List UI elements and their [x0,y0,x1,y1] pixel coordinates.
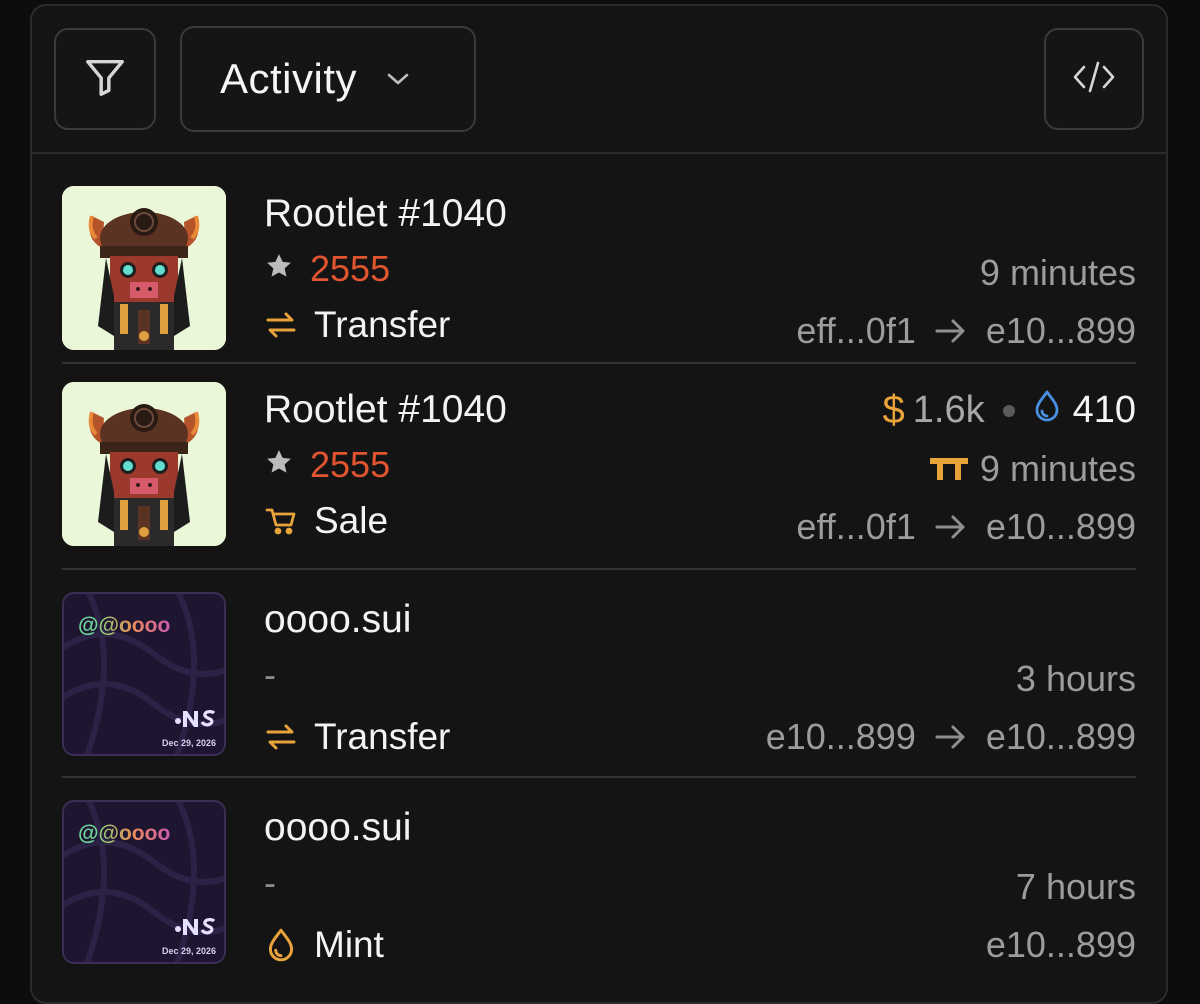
address-transfer: eff...0f1 e10...899 [796,310,1136,352]
suins-logo-icon [174,707,218,734]
nft-handle: @@oooo [78,822,171,845]
star-icon [264,444,294,486]
activity-row[interactable]: Rootlet #1040 2555 Transfer 9 minutes ef… [62,186,1136,364]
tradeport-icon [929,456,968,482]
filter-icon [82,54,128,105]
event-time: 9 minutes [979,252,1136,293]
arrow-right-icon [934,513,968,541]
nft-date: Dec 29, 2026 [161,738,216,748]
nft-name[interactable]: oooo.sui [264,598,411,642]
arrow-right-icon [934,317,968,345]
nft-name[interactable]: Rootlet #1040 [264,192,507,236]
rank-value: - [264,862,276,903]
transfer-icon [264,310,298,340]
rank: - [264,862,276,904]
chevron-down-icon [385,71,411,87]
event-type: Transfer [264,304,450,346]
rank: 2555 [264,444,390,486]
nft-thumbnail[interactable]: @@oooo Dec 29, 2026 [62,592,226,756]
to-address[interactable]: e10...899 [986,506,1136,548]
code-icon [1070,57,1118,102]
sui-value: 410 [1072,389,1136,431]
nft-handle: @@oooo [78,614,171,637]
nft-thumbnail[interactable] [62,382,226,546]
address-transfer: e10...899 e10...899 [766,716,1136,758]
event-label: Transfer [314,304,451,345]
rank-value: - [264,654,276,695]
address-transfer: e10...899 [986,924,1136,966]
transfer-icon [264,722,298,752]
dollar-icon: $ [882,388,905,432]
activity-select-label: Activity [220,55,358,102]
toolbar: Activity [32,6,1166,154]
event-type: Transfer [264,716,450,758]
nft-thumbnail[interactable] [62,186,226,350]
rank-value: 2555 [310,444,391,485]
event-type: Sale [264,500,388,542]
filter-button[interactable] [54,28,156,130]
sui-drop-icon [1033,389,1061,433]
nft-date: Dec 29, 2026 [161,946,216,956]
rank: - [264,654,276,696]
nft-name[interactable]: oooo.sui [264,806,411,850]
to-address[interactable]: e10...899 [986,924,1136,966]
suins-logo-icon [174,915,218,942]
to-address[interactable]: e10...899 [986,716,1136,758]
address-transfer: eff...0f1 e10...899 [796,506,1136,548]
separator-dot [1002,404,1015,417]
rank-value: 2555 [310,248,391,289]
sale-price: $ 1.6k 410 [883,388,1136,433]
sui-drop-icon [264,927,298,963]
activity-select[interactable]: Activity [180,26,476,132]
usd-value: 1.6k [912,389,985,431]
event-time: 3 hours [1015,658,1136,699]
event-time-text: 9 minutes [979,448,1136,489]
from-address[interactable]: eff...0f1 [796,506,915,548]
embed-code-button[interactable] [1044,28,1144,130]
event-label: Mint [314,924,384,965]
activity-panel: Activity Rootlet #1040 2555 Transfer 9 m… [30,4,1168,1004]
activity-row[interactable]: Rootlet #1040 2555 Sale $ 1.6k 410 9 min… [62,382,1136,570]
nft-name[interactable]: Rootlet #1040 [264,388,507,432]
activity-row[interactable]: @@oooo Dec 29, 2026 oooo.sui - Mint 7 ho… [62,798,1136,988]
event-type: Mint [264,924,384,966]
to-address[interactable]: e10...899 [986,310,1136,352]
activity-row[interactable]: @@oooo Dec 29, 2026 oooo.sui - Transfer [62,590,1136,778]
nft-thumbnail[interactable]: @@oooo Dec 29, 2026 [62,800,226,964]
cart-icon [264,505,298,537]
from-address[interactable]: e10...899 [766,716,916,758]
rank: 2555 [264,248,390,290]
event-label: Transfer [314,716,451,757]
from-address[interactable]: eff...0f1 [796,310,915,352]
arrow-right-icon [934,723,968,751]
event-label: Sale [314,500,389,541]
event-time: 7 hours [1015,866,1136,907]
event-time: 9 minutes [929,448,1136,490]
star-icon [264,248,294,290]
